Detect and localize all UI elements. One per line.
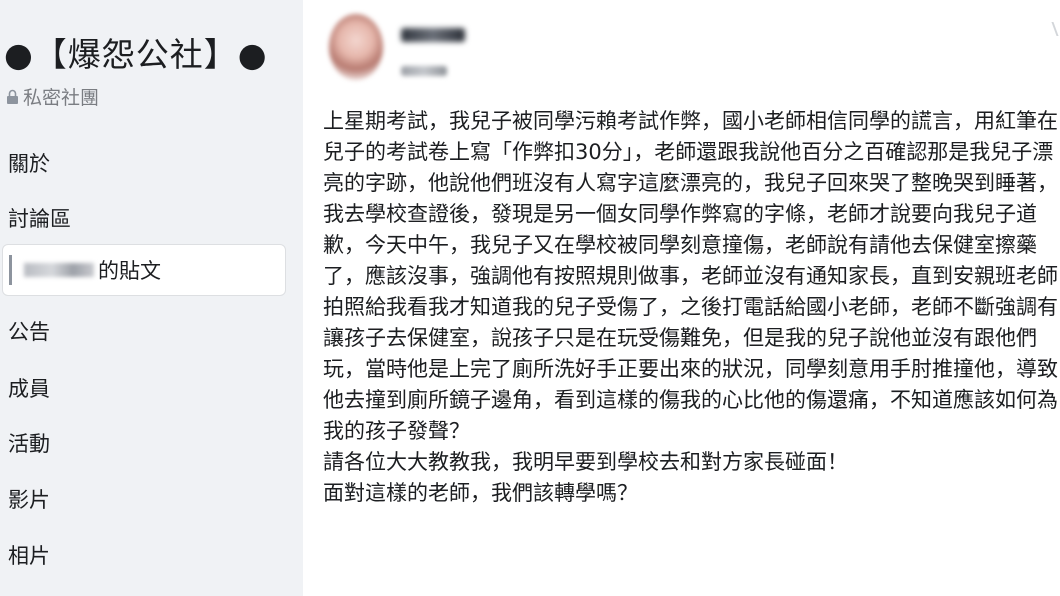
post-paragraph: 面對這樣的老師，我們該轉學嗎？ bbox=[323, 481, 638, 505]
nav-about[interactable]: 關於 bbox=[8, 148, 50, 178]
nav-my-posts[interactable]: 的貼文 bbox=[2, 244, 286, 296]
post-options-edge bbox=[1041, 22, 1059, 36]
nav-members[interactable]: 成員 bbox=[8, 373, 50, 403]
author-name-blurred[interactable] bbox=[401, 28, 465, 42]
privacy-label: 私密社團 bbox=[6, 83, 99, 110]
blurred-member-name bbox=[24, 263, 94, 277]
lock-icon bbox=[7, 89, 18, 104]
post-timestamp-blurred[interactable] bbox=[401, 66, 447, 76]
nav-videos[interactable]: 影片 bbox=[8, 484, 50, 514]
nav-announcements[interactable]: 公告 bbox=[8, 316, 50, 346]
author-avatar[interactable] bbox=[329, 14, 383, 80]
post-card: 上星期考試，我兒子被同學污賴考試作弊，國小老師相信同學的謊言，用紅筆在兒子的考試… bbox=[303, 0, 1060, 596]
nav-events[interactable]: 活動 bbox=[8, 428, 50, 458]
post-body: 上星期考試，我兒子被同學污賴考試作弊，國小老師相信同學的謊言，用紅筆在兒子的考試… bbox=[323, 106, 1058, 509]
screenshot-root: ●【爆怨公社】● 私密社團 關於 討論區 的貼文 公告 成員 活動 影片 相片 … bbox=[0, 0, 1060, 596]
active-indicator bbox=[9, 255, 12, 285]
nav-discussion[interactable]: 討論區 bbox=[8, 203, 71, 233]
nav-my-posts-label: 的貼文 bbox=[98, 259, 161, 283]
post-paragraph: 上星期考試，我兒子被同學污賴考試作弊，國小老師相信同學的謊言，用紅筆在兒子的考試… bbox=[323, 109, 1058, 443]
nav-photos[interactable]: 相片 bbox=[8, 540, 50, 570]
post-paragraph: 請各位大大教教我，我明早要到學校去和對方家長碰面！ bbox=[323, 450, 848, 474]
group-name[interactable]: ●【爆怨公社】● bbox=[4, 28, 268, 76]
privacy-text: 私密社團 bbox=[23, 87, 100, 109]
group-sidebar: ●【爆怨公社】● 私密社團 關於 討論區 的貼文 公告 成員 活動 影片 相片 bbox=[0, 0, 303, 596]
